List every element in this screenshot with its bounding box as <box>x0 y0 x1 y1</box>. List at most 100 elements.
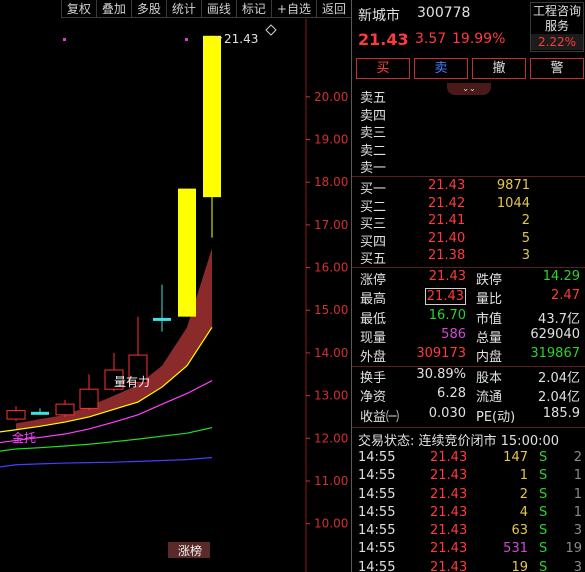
tick-row[interactable]: 14:55 21.43 147 S 2 <box>352 450 585 468</box>
tick-time: 14:55 <box>358 541 396 557</box>
book-price: 21.43 <box>428 178 466 193</box>
tick-side: S <box>539 523 548 539</box>
price-change-pct: 19.99% <box>452 31 506 47</box>
tick-row[interactable]: 14:55 21.43 1 S 1 <box>352 468 585 486</box>
ask-row[interactable]: 卖三 <box>352 122 585 141</box>
kline-chart-pane[interactable]: 10.00 11.00 12.00 13.00 14.00 15.00 16.00 17.00… <box>0 0 351 572</box>
tick-volume: 19 <box>511 559 528 572</box>
candle-body <box>6 410 26 420</box>
book-volume: 1044 <box>496 195 530 211</box>
tick-price: 21.43 <box>430 486 468 502</box>
stat-label: 流通 <box>476 390 503 406</box>
tick-side: S <box>539 504 548 520</box>
candle-body <box>153 317 171 321</box>
stat-label: 现量 <box>360 330 387 346</box>
candle-body <box>55 403 75 416</box>
stat-label: 量比 <box>476 292 503 308</box>
stats-row: 最高 21.43 量比 2.47 <box>352 288 585 307</box>
ask-row[interactable]: 卖五 <box>352 87 585 106</box>
tick-time: 14:55 <box>358 486 396 502</box>
bid-row[interactable]: 买二 21.42 1044 <box>352 195 585 215</box>
tick-row[interactable]: 14:55 21.43 2 S 1 <box>352 487 585 505</box>
tick-count: 3 <box>573 523 582 539</box>
book-level-label: 买五 <box>360 252 387 268</box>
book-level-label: 卖四 <box>360 108 387 124</box>
alert-button[interactable]: 警 <box>530 58 584 79</box>
price-axis-label: 18.00 <box>314 175 348 189</box>
trade-status: 交易状态: 连续竞价闭市 15:00:00 <box>358 434 560 449</box>
stat-label: 股本 <box>476 371 503 386</box>
toolbar-overlay[interactable]: 叠加 <box>95 0 131 18</box>
candle <box>79 374 99 411</box>
tick-time: 14:55 <box>358 504 396 520</box>
quote-panel: 新城市 300778 21.43 3.57 19.99% 工程咨询 服务 2.2… <box>351 0 585 572</box>
candle <box>31 408 49 415</box>
ask-row[interactable]: 卖一 <box>352 157 585 177</box>
sell-button[interactable]: 卖 <box>414 58 468 79</box>
tick-side: S <box>539 450 548 465</box>
bid-row[interactable]: 买一 21.43 9871 <box>352 178 585 197</box>
candle-body <box>31 411 49 415</box>
tick-volume: 4 <box>519 504 528 520</box>
tick-row[interactable]: 14:55 21.43 531 S 19 <box>352 541 585 559</box>
stat-value: 14.29 <box>542 269 580 284</box>
tick-volume: 147 <box>503 450 528 465</box>
toolbar-multi-stock[interactable]: 多股 <box>130 0 166 18</box>
stat-value: 6.28 <box>437 386 466 402</box>
annotation-strong-volume: 量有力 <box>114 375 150 389</box>
toolbar-statistics[interactable]: 统计 <box>165 0 201 18</box>
stat-value: 185.9 <box>542 405 580 421</box>
ask-book: 卖五卖四 卖三 卖二卖一 <box>352 87 585 177</box>
tick-price: 21.43 <box>430 541 468 557</box>
ask-row[interactable]: 卖二 <box>352 140 585 159</box>
toolbar-mark[interactable]: 标记 <box>235 0 271 18</box>
book-price: 21.38 <box>428 248 466 264</box>
stats-divider <box>352 267 585 268</box>
book-level-label: 卖五 <box>360 91 387 106</box>
tick-row[interactable]: 14:55 21.43 63 S 3 <box>352 523 585 541</box>
tick-list[interactable]: 14:55 21.43 147 S 2 14:55 21.43 1 S 1 14:55 21.43 2 S… <box>352 450 585 572</box>
industry-name-line1: 工程咨询 <box>532 4 581 18</box>
cancel-order-button[interactable]: 撤 <box>472 58 526 79</box>
toolbar-back[interactable]: 返回 <box>315 0 351 18</box>
stat-label: 收益㈠ <box>360 409 400 425</box>
toolbar-restore-rights[interactable]: 复权 <box>60 0 96 18</box>
stats-row: 收益㈠ 0.030 PE(动) 185.9 <box>352 406 585 425</box>
stat-value: 21.43 <box>428 269 466 284</box>
bottom-tag: 涨榜 <box>178 543 202 558</box>
chart-toolbar: 复权 叠加 多股 统计 画线 标记 +自选 返回 <box>0 0 351 19</box>
tick-time: 14:55 <box>358 450 396 465</box>
tick-price: 21.43 <box>430 504 468 520</box>
book-level-label: 买四 <box>360 234 387 250</box>
toolbar-add-watchlist[interactable]: +自选 <box>270 0 316 18</box>
tick-count: 1 <box>573 486 582 502</box>
tick-row[interactable]: 14:55 21.43 19 S 3 <box>352 560 585 572</box>
stat-label: 最高 <box>360 292 387 308</box>
buy-button[interactable]: 买 <box>356 58 410 79</box>
kline-chart[interactable]: 10.00 11.00 12.00 13.00 14.00 15.00 16.00 17.00… <box>0 0 351 572</box>
stat-label: 市值 <box>476 311 503 327</box>
stats-row: 净资 6.28 流通 2.04亿 <box>352 386 585 405</box>
price-axis-label: 12.00 <box>314 431 348 445</box>
bid-row[interactable]: 买五 21.38 3 <box>352 248 585 268</box>
industry-box[interactable]: 工程咨询 服务 2.22% <box>530 2 584 52</box>
diamond-icon <box>265 24 277 36</box>
stat-label: PE(动) <box>476 409 516 425</box>
tick-row[interactable]: 14:55 21.43 4 S 1 <box>352 505 585 523</box>
stat-value: 319867 <box>530 346 580 362</box>
tick-count: 19 <box>565 541 582 557</box>
toolbar-draw-line[interactable]: 画线 <box>200 0 236 18</box>
ask-row[interactable]: 卖四 <box>352 105 585 124</box>
stat-value: 629040 <box>530 326 580 342</box>
tick-price: 21.43 <box>430 559 468 572</box>
stat-label: 内盘 <box>476 350 503 366</box>
bid-row[interactable]: 买四 21.40 5 <box>352 231 585 250</box>
tick-volume: 2 <box>519 486 528 502</box>
bid-row[interactable]: 买三 21.41 2 <box>352 213 585 232</box>
stat-value: 2.04亿 <box>538 371 580 386</box>
high-price-label: 21.43 <box>224 32 258 46</box>
trade-button-row: 买 卖 撤 警 <box>356 58 584 80</box>
candle-body <box>178 188 196 317</box>
book-level-label: 卖一 <box>360 161 387 177</box>
stat-label: 换手 <box>360 371 387 386</box>
